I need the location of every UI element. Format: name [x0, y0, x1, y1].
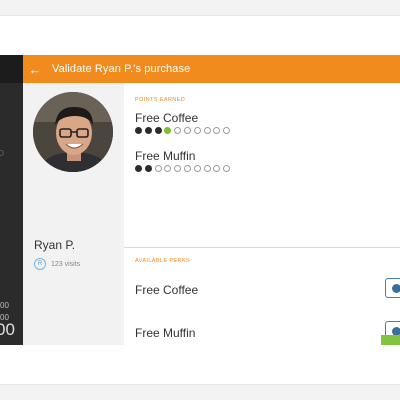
visits-count: 123 visits [51, 260, 81, 268]
section-divider [124, 247, 400, 248]
point-dot-empty [183, 127, 191, 134]
arrow-left-icon: ← [28, 61, 42, 77]
page-title: Validate Ryan P.'s purchase [52, 63, 191, 75]
point-dot-earned [154, 127, 162, 134]
redeem-perk-button[interactable] [385, 278, 400, 298]
header-bar: ← Validate Ryan P.'s purchase [23, 55, 400, 83]
left-sidebar-strip: o 00 00 00 [0, 55, 23, 345]
available-perks-label: AVAILABLE PERKS [135, 258, 191, 264]
left-strip-time-big: 00 [0, 320, 15, 339]
customer-name: Ryan P. [34, 238, 76, 252]
point-dot-empty [154, 165, 162, 172]
point-dot-earned [144, 127, 152, 134]
point-dot-empty [203, 127, 211, 134]
point-dot-empty [223, 127, 231, 134]
visits-info: R 123 visits [34, 258, 80, 270]
points-earned-label: POINTS EARNED [135, 97, 186, 103]
point-dot-empty [213, 127, 221, 134]
back-button[interactable]: ← [23, 62, 47, 77]
customer-profile-panel: Ryan P. R 123 visits [23, 83, 124, 345]
point-dot-empty [203, 165, 211, 172]
point-dot-empty [223, 165, 231, 172]
left-strip-time-small: 00 [0, 301, 9, 310]
points-progress-muffin [135, 165, 233, 172]
point-dot-earned [144, 165, 152, 172]
point-dot-current [164, 127, 172, 134]
perk-item-title: Free Muffin [135, 326, 196, 340]
plus-icon [392, 284, 400, 293]
point-dot-empty [174, 165, 182, 172]
avatar-illustration [33, 92, 113, 172]
purchase-details: POINTS EARNED Free Coffee Free Muffin AV… [124, 83, 400, 345]
confirm-button[interactable] [381, 335, 400, 345]
perk-item-title: Free Coffee [135, 283, 199, 297]
points-progress-coffee [135, 127, 233, 134]
point-dot-empty [183, 165, 191, 172]
point-dot-empty [193, 165, 201, 172]
visits-badge-icon: R [34, 258, 46, 270]
point-dot-empty [213, 165, 221, 172]
point-dot-earned [135, 127, 142, 134]
points-item-title: Free Coffee [135, 111, 199, 125]
points-item-title: Free Muffin [135, 149, 196, 163]
point-dot-empty [164, 165, 172, 172]
point-dot-earned [135, 165, 142, 172]
point-dot-empty [193, 127, 201, 134]
device-screen: o 00 00 00 ← Validate Ryan P.'s purchase [0, 55, 400, 345]
left-strip-top [0, 55, 23, 83]
avatar [33, 92, 113, 172]
left-strip-ghost-text: o [0, 147, 5, 159]
point-dot-empty [174, 127, 182, 134]
